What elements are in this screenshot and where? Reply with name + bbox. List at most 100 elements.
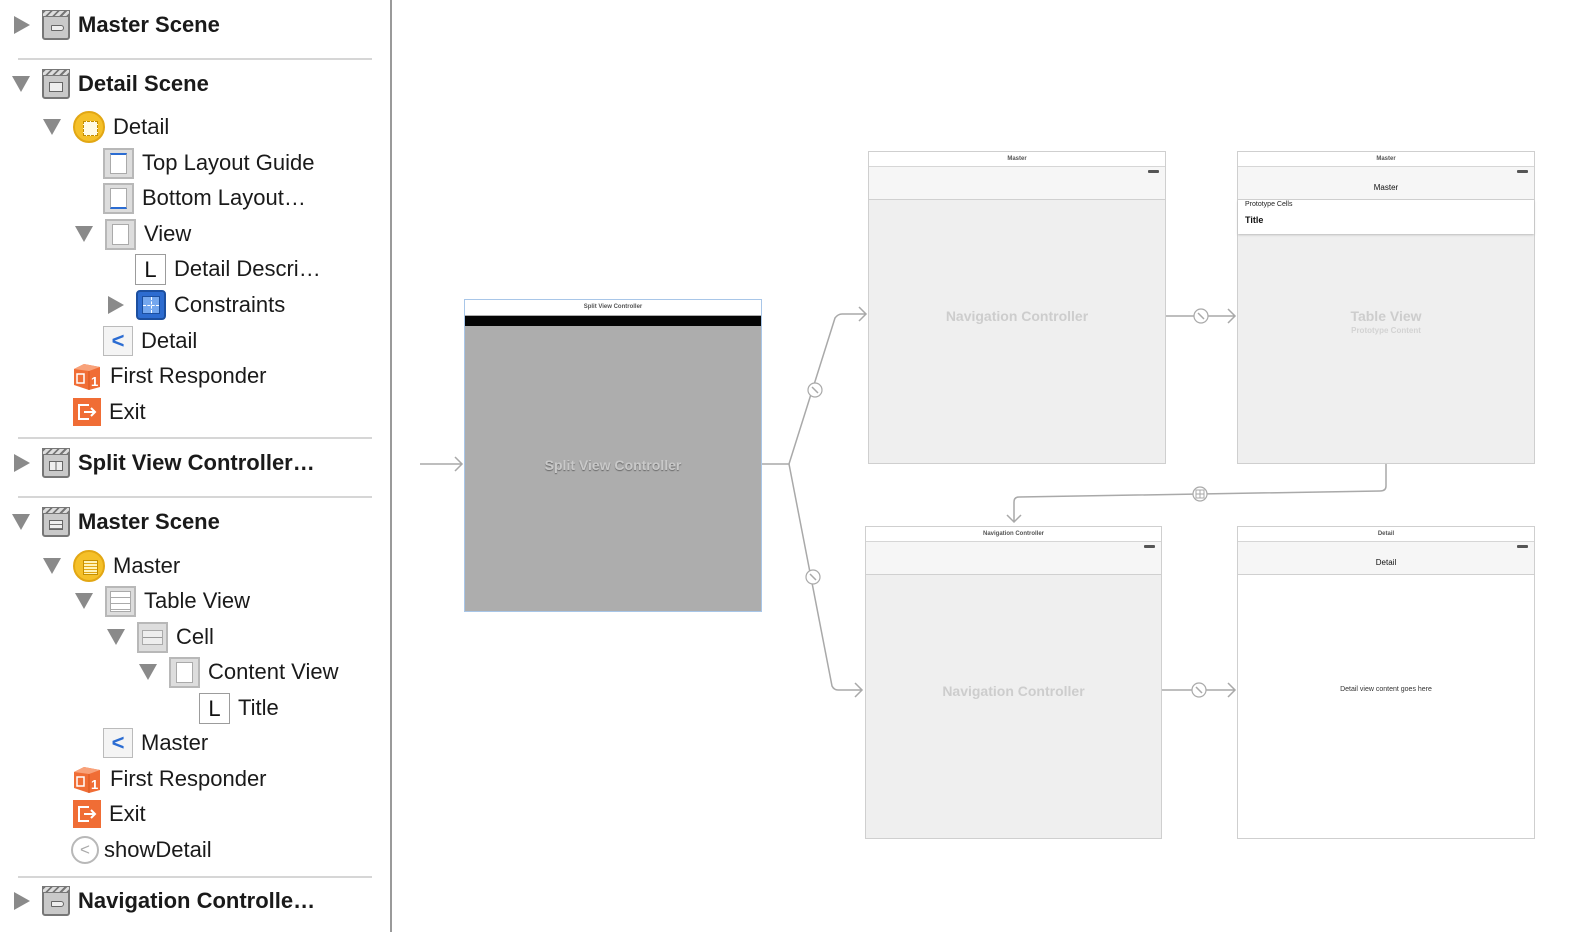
scene-view-icon [42, 69, 70, 99]
outline-item-label: Exit [109, 399, 146, 424]
outline-item-title-label[interactable]: L Title [199, 691, 279, 725]
outline-item-detail-scene[interactable]: Detail Scene [12, 67, 209, 101]
scene-nav-icon [42, 886, 70, 916]
scene-placeholder-sublabel: Prototype Content [1351, 326, 1421, 335]
navigation-bar: Master [1238, 167, 1534, 200]
scene-title: Navigation Controller [866, 527, 1161, 542]
scene-title: Detail [1238, 527, 1534, 542]
outline-item-label: First Responder [110, 363, 267, 388]
outline-item-navigation-controller-scene[interactable]: Navigation Controlle… [14, 884, 315, 918]
outline-separator [18, 58, 372, 60]
outline-separator [18, 437, 372, 439]
disclosure-open-icon[interactable] [43, 558, 61, 574]
disclosure-closed-icon[interactable] [14, 454, 30, 472]
outline-item-first-responder[interactable]: 1 First Responder [72, 359, 267, 393]
outline-item-detail-description-label[interactable]: L Detail Descri… [135, 252, 321, 286]
outline-item-label: Detail Scene [78, 71, 209, 96]
navigation-bar-title: Master [1373, 183, 1399, 192]
table-view-controller-icon [73, 550, 105, 582]
outline-separator [18, 876, 372, 878]
disclosure-closed-icon[interactable] [108, 296, 124, 314]
outline-item-label: Master [113, 553, 181, 578]
disclosure-open-icon[interactable] [75, 226, 93, 242]
outline-item-exit[interactable]: Exit [73, 797, 146, 831]
detail-view-controller-scene[interactable]: Detail Detail Detail view content goes h… [1237, 526, 1535, 839]
navigation-bar [869, 167, 1165, 200]
outline-item-label: Bottom Layout… [142, 185, 306, 210]
cell-title-label: Title [1245, 215, 1264, 225]
outline-separator [18, 496, 372, 498]
outline-item-label: Navigation Controlle… [78, 888, 316, 913]
outline-item-label: Constraints [174, 292, 286, 317]
outline-item-bottom-layout-guide[interactable]: Bottom Layout… [103, 181, 306, 215]
disclosure-open-icon[interactable] [107, 629, 125, 645]
outline-item-cell[interactable]: Cell [107, 620, 214, 654]
scene-placeholder-label: Split View Controller [544, 457, 682, 473]
battery-icon [1148, 170, 1159, 173]
navigation-item-icon: < [103, 326, 133, 356]
outline-item-label: Top Layout Guide [142, 150, 315, 175]
segue-split-to-detail-nav [788, 463, 864, 698]
disclosure-closed-icon[interactable] [14, 892, 30, 910]
disclosure-open-icon[interactable] [75, 593, 93, 609]
scene-placeholder-label: Navigation Controller [942, 683, 1085, 699]
outline-item-label: Master Scene [78, 509, 220, 534]
disclosure-open-icon[interactable] [12, 76, 30, 92]
outline-item-label: Title [238, 695, 279, 720]
outline-item-label: Master [141, 730, 209, 755]
outline-item-master-vc[interactable]: Master [43, 549, 180, 583]
outline-item-detail-navigation-item[interactable]: < Detail [103, 324, 197, 358]
prototype-cell[interactable]: Prototype Cells Title [1238, 200, 1534, 234]
view-icon [105, 218, 136, 250]
first-responder-icon: 1 [72, 361, 102, 391]
disclosure-open-icon[interactable] [139, 664, 157, 680]
scene-split-icon [42, 448, 70, 478]
outline-item-label: Table View [144, 588, 250, 613]
master-table-view-controller-scene[interactable]: Master Master Prototype Cells Title Tabl… [1237, 151, 1535, 464]
outline-item-master-scene-table[interactable]: Master Scene [12, 505, 220, 539]
outline-item-label: Detail Descri… [174, 256, 321, 281]
prototype-cells-label: Prototype Cells [1245, 201, 1293, 208]
outline-item-view[interactable]: View [75, 217, 191, 251]
battery-icon [1144, 545, 1155, 548]
disclosure-closed-icon[interactable] [14, 16, 30, 34]
disclosure-open-icon[interactable] [12, 514, 30, 530]
outline-item-master-navigation-item[interactable]: < Master [103, 726, 208, 760]
outline-item-label: Content View [208, 659, 339, 684]
top-layout-guide-icon [103, 147, 134, 179]
outline-item-label: Master Scene [78, 12, 220, 37]
outline-item-table-view[interactable]: Table View [75, 584, 250, 618]
outline-item-label: Detail [141, 328, 198, 353]
detail-navigation-controller-scene[interactable]: Navigation Controller Navigation Control… [865, 526, 1162, 839]
outline-item-split-view-scene[interactable]: Split View Controller… [14, 446, 315, 480]
document-outline: Master Scene Detail Scene Detail Top Lay… [0, 0, 390, 943]
storyboard-canvas[interactable]: Split View Controller Split View Control… [392, 0, 1588, 943]
label-icon: L [199, 692, 230, 724]
detail-description-label[interactable]: Detail view content goes here [1238, 686, 1534, 693]
outline-item-exit[interactable]: Exit [73, 395, 146, 429]
outline-item-label: Split View Controller… [78, 450, 315, 475]
outline-item-content-view[interactable]: Content View [139, 655, 338, 689]
outline-item-detail-vc[interactable]: Detail [43, 110, 169, 144]
outline-item-label: Cell [176, 624, 214, 649]
outline-item-constraints[interactable]: Constraints [108, 288, 285, 322]
svg-text:1: 1 [91, 777, 98, 792]
view-icon [169, 656, 200, 688]
outline-item-label: First Responder [110, 766, 267, 791]
outline-item-master-scene[interactable]: Master Scene [14, 8, 220, 42]
disclosure-open-icon[interactable] [43, 119, 61, 135]
master-navigation-controller-scene[interactable]: Master Navigation Controller [868, 151, 1166, 464]
exit-icon [73, 800, 101, 828]
table-view-icon [105, 585, 136, 617]
outline-item-top-layout-guide[interactable]: Top Layout Guide [103, 146, 314, 180]
outline-item-first-responder[interactable]: 1 First Responder [72, 762, 267, 796]
split-view-controller-scene[interactable]: Split View Controller Split View Control… [464, 299, 762, 612]
outline-item-show-detail-segue[interactable]: < showDetail [71, 833, 212, 867]
navigation-bar-title: Detail [1375, 558, 1397, 567]
first-responder-icon: 1 [72, 764, 102, 794]
navigation-bar [866, 542, 1161, 575]
scene-placeholder-label: Table View [1350, 308, 1422, 324]
scene-title: Master [1238, 152, 1534, 167]
constraints-icon [136, 290, 166, 320]
bottom-layout-guide-icon [103, 182, 134, 214]
